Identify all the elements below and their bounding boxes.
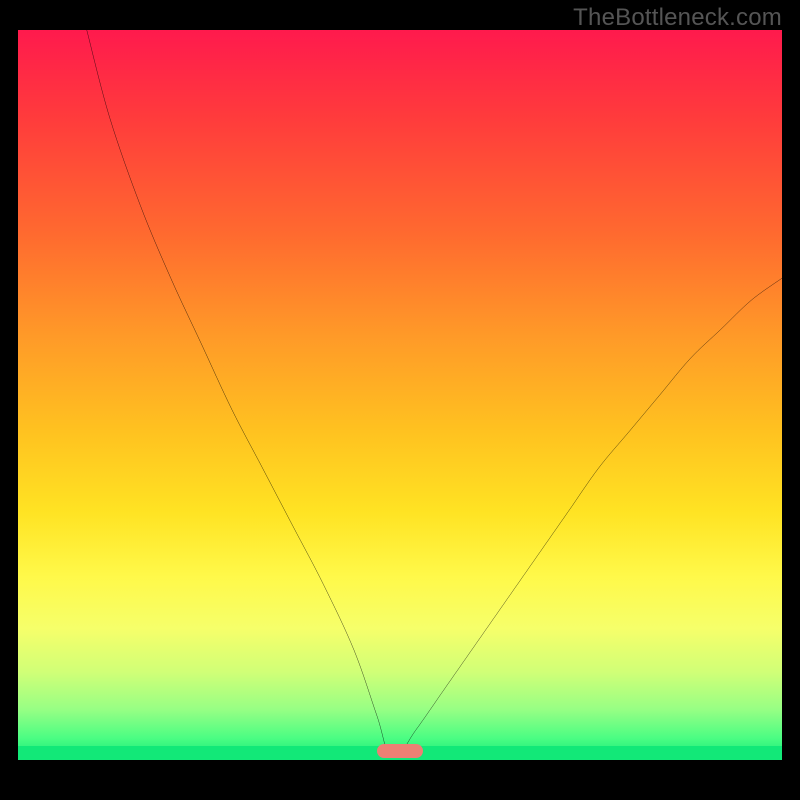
watermark-text: TheBottleneck.com [573,4,782,32]
plot-area [18,30,782,760]
curve-path [87,30,782,760]
bottleneck-curve [18,30,782,760]
bottleneck-marker [377,744,423,758]
chart-frame: TheBottleneck.com [0,0,800,800]
